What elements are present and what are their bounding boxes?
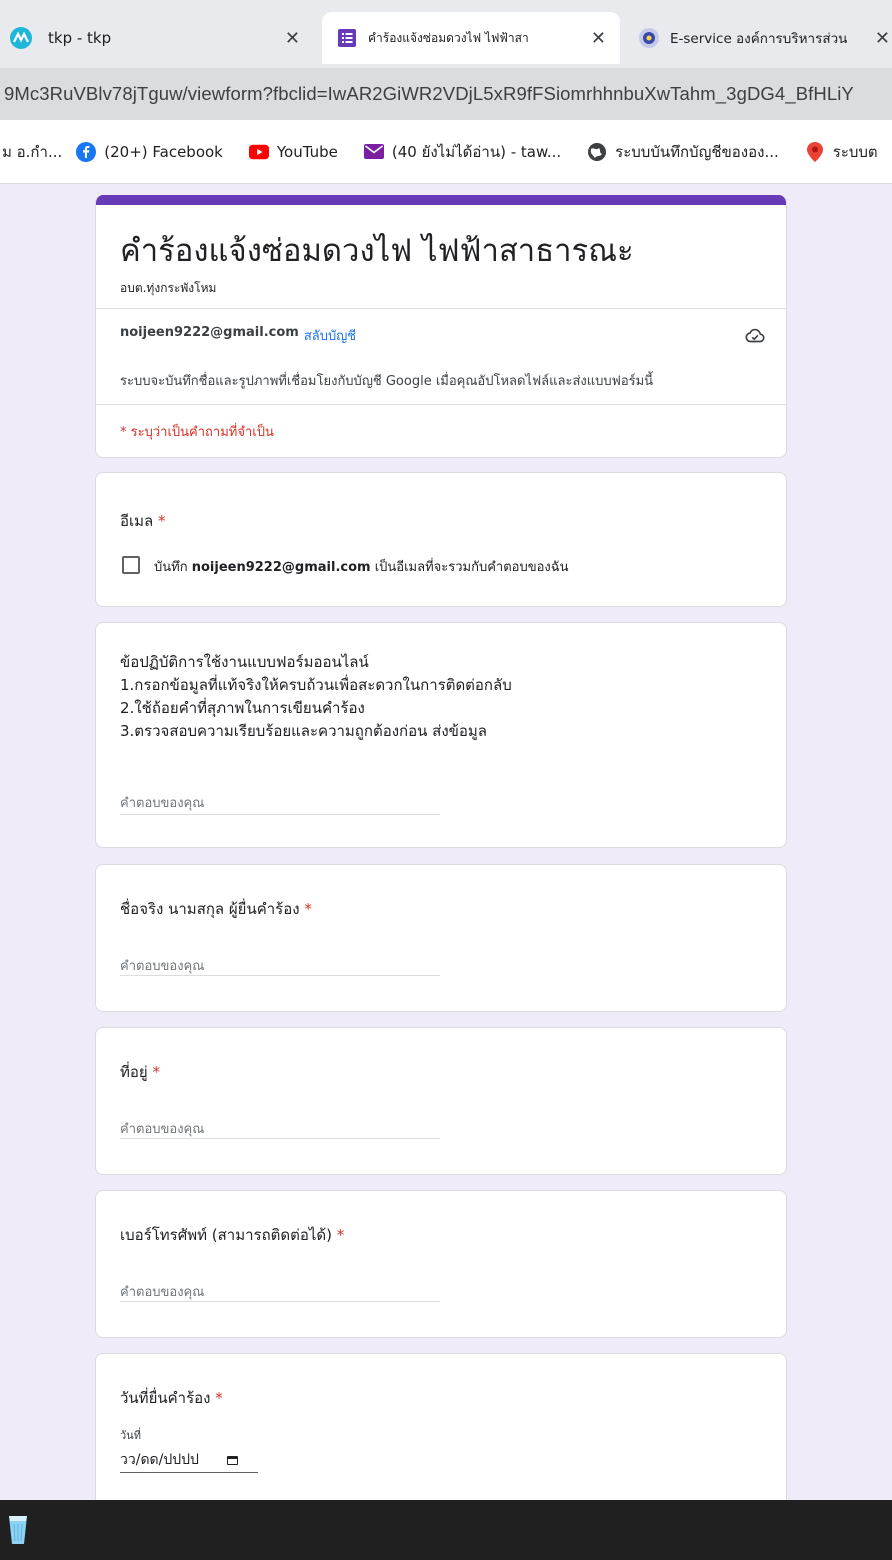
question-card-rules: ข้อปฏิบัติการใช้งานแบบฟอร์มออนไลน์ 1.กรอ…: [95, 622, 787, 848]
bookmark-gmail[interactable]: (40 ยังไม่ได้อ่าน) - taw...: [363, 140, 562, 164]
close-icon[interactable]: ✕: [591, 28, 606, 49]
tab-tkp[interactable]: tkp - tkp ✕: [0, 12, 314, 64]
address-answer-input[interactable]: คำตอบของคุณ: [120, 1118, 204, 1139]
record-email-checkbox[interactable]: [122, 556, 140, 574]
rules-answer-input[interactable]: คำตอบของคุณ: [120, 792, 204, 813]
account-row: noijeen9222@gmail.com สลับบัญชี: [120, 325, 356, 346]
required-asterisk: *: [336, 1226, 345, 1244]
tab-bar: tkp - tkp ✕ คำร้องแจ้งซ่อมดวงไฟ ไฟฟ้าสา …: [0, 0, 892, 68]
question-card-address: ที่อยู่ * คำตอบของคุณ: [95, 1027, 787, 1175]
bookmark-item[interactable]: ม อ.กำ...: [2, 140, 62, 164]
bookmark-label: YouTube: [276, 142, 338, 161]
form-header-card: คำร้องแจ้งซ่อมดวงไฟ ไฟฟ้าสาธารณะ อบต.ทุ่…: [95, 195, 787, 458]
youtube-icon: [248, 142, 269, 162]
answer-underline: [120, 975, 440, 976]
checkbox-email: noijeen9222@gmail.com: [191, 560, 371, 575]
tab-title: E-service องค์การบริหารส่วน: [670, 31, 848, 47]
rules-line: 2.ใช้ถ้อยคำที่สุภาพในการเขียนคำร้อง: [120, 699, 365, 717]
checkbox-suffix: เป็นอีเมลที่จะรวมกับคำตอบของฉัน: [374, 560, 569, 575]
rules-text: ข้อปฏิบัติการใช้งานแบบฟอร์มออนไลน์ 1.กรอ…: [120, 651, 512, 743]
question-label: อีเมล: [120, 512, 154, 530]
question-label: เบอร์โทรศัพท์ (สามารถติดต่อได้): [120, 1226, 333, 1244]
url-text[interactable]: 9Mc3RuVBlv78jTguw/viewform?fbclid=IwAR2G…: [0, 83, 854, 105]
required-note: * ระบุว่าเป็นคำถามที่จำเป็น: [120, 425, 274, 440]
answer-underline: [120, 1301, 440, 1302]
bookmark-label: (40 ยังไม่ได้อ่าน) - taw...: [391, 142, 562, 161]
question-label: ที่อยู่: [120, 1063, 153, 1081]
question-label: ชื่อจริง นามสกุล ผู้ยื่นคำร้อง: [120, 900, 300, 918]
required-asterisk: *: [304, 900, 312, 918]
question-card-date: วันที่ยื่นคำร้อง * วันที่ วว/ดด/ปปปป: [95, 1353, 787, 1513]
cloud-saved-icon: [745, 328, 765, 343]
question-title: เบอร์โทรศัพท์ (สามารถติดต่อได้) *: [120, 1223, 344, 1247]
tab-title: คำร้องแจ้งซ่อมดวงไฟ ไฟฟ้าสา: [368, 30, 529, 45]
rules-line: 1.กรอกข้อมูลที่แท้จริงให้ครบถ้วนเพื่อสะด…: [120, 676, 512, 694]
divider: [96, 404, 786, 405]
question-card-email: อีเมล * บันทึก noijeen9222@gmail.com เป็…: [95, 472, 787, 607]
phone-answer-input[interactable]: คำตอบของคุณ: [120, 1281, 204, 1302]
tab-google-form[interactable]: คำร้องแจ้งซ่อมดวงไฟ ไฟฟ้าสา ✕: [322, 12, 620, 64]
bookmark-system[interactable]: ระบบต: [805, 140, 878, 164]
required-asterisk: *: [215, 1389, 223, 1407]
bookmark-label: ม อ.กำ...: [2, 142, 63, 161]
question-card-name: ชื่อจริง นามสกุล ผู้ยื่นคำร้อง * คำตอบขอ…: [95, 864, 787, 1012]
tkp-favicon: [10, 27, 32, 49]
tab-title: tkp - tkp: [48, 29, 112, 47]
question-title: อีเมล *: [120, 509, 166, 533]
maps-pin-icon: [805, 141, 825, 162]
date-value[interactable]: วว/ดด/ปปปป: [120, 1449, 199, 1471]
form-title: คำร้องแจ้งซ่อมดวงไฟ ไฟฟ้าสาธารณะ: [120, 233, 634, 269]
question-title: วันที่ยื่นคำร้อง *: [120, 1386, 223, 1410]
form-subtitle: อบต.ทุ่งกระพังโหม: [120, 281, 217, 295]
question-card-phone: เบอร์โทรศัพท์ (สามารถติดต่อได้) * คำตอบข…: [95, 1190, 787, 1338]
taskbar: [0, 1500, 892, 1560]
required-asterisk: *: [158, 512, 166, 530]
date-underline: [120, 1472, 258, 1473]
google-forms-icon: [336, 27, 358, 49]
bookmark-label: ระบบบันทึกบัญชีขององ...: [615, 142, 779, 161]
bookmark-accounting[interactable]: ระบบบันทึกบัญชีขององ...: [587, 140, 779, 164]
bookmark-youtube[interactable]: YouTube: [248, 142, 338, 162]
bookmark-facebook[interactable]: (20+) Facebook: [76, 141, 223, 162]
answer-underline: [120, 814, 440, 815]
date-input[interactable]: วว/ดด/ปปปป: [120, 1449, 238, 1471]
account-email: noijeen9222@gmail.com: [120, 325, 299, 340]
recycle-bin-icon[interactable]: [6, 1512, 30, 1546]
address-bar[interactable]: 9Mc3RuVBlv78jTguw/viewform?fbclid=IwAR2G…: [0, 68, 892, 120]
accent-bar: [96, 195, 786, 205]
checkbox-label: บันทึก noijeen9222@gmail.com เป็นอีเมลที…: [154, 556, 569, 577]
bookmark-label: (20+) Facebook: [104, 142, 223, 161]
calendar-icon[interactable]: [226, 1455, 238, 1465]
bookmarks-bar: ม อ.กำ... (20+) Facebook YouTube (40 ยัง…: [0, 120, 892, 184]
name-answer-input[interactable]: คำตอบของคุณ: [120, 955, 204, 976]
facebook-icon: [76, 141, 97, 162]
gmail-icon: [363, 142, 384, 162]
switch-account-link[interactable]: สลับบัญชี: [304, 325, 356, 346]
close-icon[interactable]: ✕: [285, 28, 300, 49]
divider: [96, 308, 786, 309]
question-label: วันที่ยื่นคำร้อง: [120, 1389, 211, 1407]
globe-icon: [587, 142, 607, 162]
privacy-notice: ระบบจะบันทึกชื่อและรูปภาพที่เชื่อมโยงกับ…: [120, 374, 654, 389]
tab-eservice[interactable]: E-service องค์การบริหารส่วน ✕: [624, 12, 892, 64]
question-title: ที่อยู่ *: [120, 1060, 160, 1084]
date-caption: วันที่: [120, 1429, 141, 1442]
eservice-favicon: [638, 27, 660, 49]
rules-line: ข้อปฏิบัติการใช้งานแบบฟอร์มออนไลน์: [120, 653, 369, 671]
answer-underline: [120, 1138, 440, 1139]
close-icon[interactable]: ✕: [875, 28, 890, 49]
rules-line: 3.ตรวจสอบความเรียบร้อยและความถูกต้องก่อน…: [120, 722, 487, 740]
required-asterisk: *: [152, 1063, 160, 1081]
question-title: ชื่อจริง นามสกุล ผู้ยื่นคำร้อง *: [120, 897, 312, 921]
bookmark-label: ระบบต: [832, 142, 878, 161]
checkbox-prefix: บันทึก: [154, 560, 188, 575]
